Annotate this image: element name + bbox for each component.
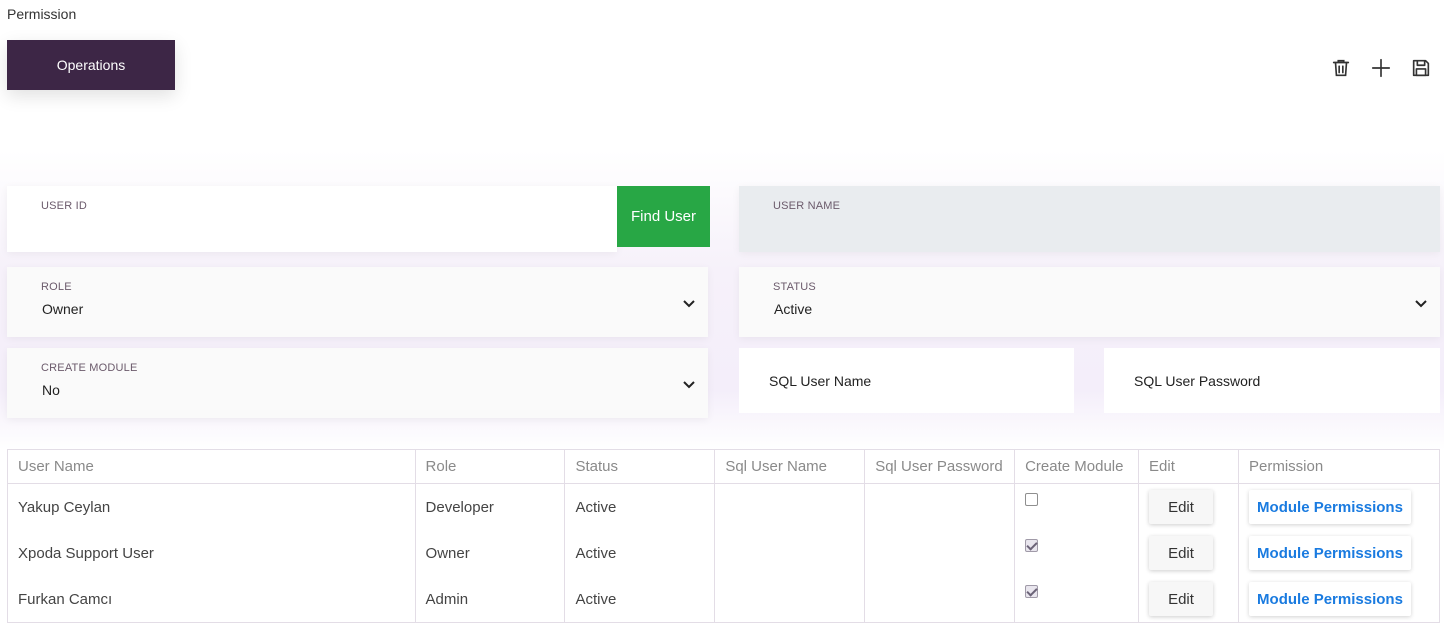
chevron-down-icon: [683, 381, 695, 389]
cell-edit: Edit: [1138, 530, 1239, 576]
user-id-label: USER ID: [41, 200, 88, 212]
cell-edit: Edit: [1138, 576, 1239, 623]
header-permission[interactable]: Permission: [1237, 449, 1441, 484]
edit-button[interactable]: Edit: [1149, 582, 1214, 616]
plus-icon: [1371, 58, 1391, 78]
create-module-select[interactable]: CREATE MODULE No: [7, 348, 708, 418]
cell-create-module: [1014, 530, 1140, 576]
header-role[interactable]: Role: [414, 449, 566, 484]
module-permissions-button[interactable]: Module Permissions: [1248, 490, 1411, 524]
create-module-value: No: [42, 382, 60, 398]
create-module-checkbox[interactable]: [1025, 538, 1039, 552]
cell-sql-user-name: [714, 576, 866, 623]
cell-user-name: Furkan Camcı: [7, 576, 416, 623]
cell-status: Active: [564, 576, 716, 623]
cell-sql-user-name: [714, 530, 866, 576]
page-title: Permission: [7, 6, 77, 22]
delete-button[interactable]: [1328, 56, 1354, 80]
cell-role: Admin: [414, 576, 566, 623]
cell-sql-user-password: [864, 530, 1016, 576]
create-module-label: CREATE MODULE: [41, 362, 138, 374]
cell-role: Developer: [414, 483, 566, 530]
chevron-down-icon: [1415, 300, 1427, 308]
sql-user-password-field[interactable]: SQL User Password: [1104, 348, 1440, 413]
find-user-button[interactable]: Find User: [617, 186, 710, 247]
tab-operations[interactable]: Operations: [7, 40, 175, 90]
cell-status: Active: [564, 483, 716, 530]
cell-user-name: Yakup Ceylan: [7, 483, 416, 530]
toolbar: [1328, 56, 1434, 80]
header-edit[interactable]: Edit: [1138, 449, 1239, 484]
cell-user-name: Xpoda Support User: [7, 530, 416, 576]
sql-user-name-placeholder: SQL User Name: [769, 372, 872, 389]
edit-button[interactable]: Edit: [1149, 490, 1214, 524]
status-value: Active: [774, 301, 813, 317]
cell-role: Owner: [414, 530, 566, 576]
status-label: STATUS: [773, 281, 816, 293]
user-name-field[interactable]: USER NAME: [739, 186, 1440, 252]
module-permissions-button[interactable]: Module Permissions: [1248, 536, 1411, 570]
role-value: Owner: [42, 301, 84, 317]
cell-edit: Edit: [1138, 483, 1239, 530]
cell-status: Active: [564, 530, 716, 576]
header-sql-user-password[interactable]: Sql User Password: [864, 449, 1016, 484]
table-row: Yakup Ceylan Developer Active Edit Modul…: [7, 483, 1441, 530]
cell-sql-user-password: [864, 576, 1016, 623]
module-permissions-button[interactable]: Module Permissions: [1248, 582, 1411, 616]
create-module-checkbox[interactable]: [1025, 584, 1039, 598]
user-id-field: USER ID: [7, 186, 617, 252]
table-header-row: User Name Role Status Sql User Name Sql …: [7, 449, 1441, 484]
user-name-label: USER NAME: [773, 200, 841, 212]
status-select[interactable]: STATUS Active: [739, 267, 1440, 337]
header-sql-user-name[interactable]: Sql User Name: [714, 449, 866, 484]
cell-permission: Module Permissions: [1237, 576, 1441, 623]
table-row: Furkan Camcı Admin Active Edit Module Pe…: [7, 576, 1441, 623]
header-create-module[interactable]: Create Module: [1014, 449, 1140, 484]
role-label: ROLE: [41, 281, 72, 293]
users-table: User Name Role Status Sql User Name Sql …: [7, 449, 1441, 623]
add-button[interactable]: [1368, 56, 1394, 80]
table-row: Xpoda Support User Owner Active Edit Mod…: [7, 530, 1441, 576]
sql-user-password-placeholder: SQL User Password: [1134, 372, 1261, 389]
header-user-name[interactable]: User Name: [7, 449, 416, 484]
user-id-input[interactable]: [39, 220, 603, 238]
cell-create-module: [1014, 483, 1140, 530]
header-status[interactable]: Status: [564, 449, 716, 484]
cell-sql-user-password: [864, 483, 1016, 530]
edit-button[interactable]: Edit: [1149, 536, 1214, 570]
floppy-disk-icon: [1412, 59, 1430, 77]
create-module-checkbox[interactable]: [1025, 492, 1039, 506]
sql-user-name-field[interactable]: SQL User Name: [739, 348, 1074, 413]
save-button[interactable]: [1408, 56, 1434, 80]
cell-create-module: [1014, 576, 1140, 623]
cell-permission: Module Permissions: [1237, 483, 1441, 530]
chevron-down-icon: [683, 300, 695, 308]
role-select[interactable]: ROLE Owner: [7, 267, 708, 337]
cell-sql-user-name: [714, 483, 866, 530]
cell-permission: Module Permissions: [1237, 530, 1441, 576]
trash-icon: [1332, 59, 1350, 77]
